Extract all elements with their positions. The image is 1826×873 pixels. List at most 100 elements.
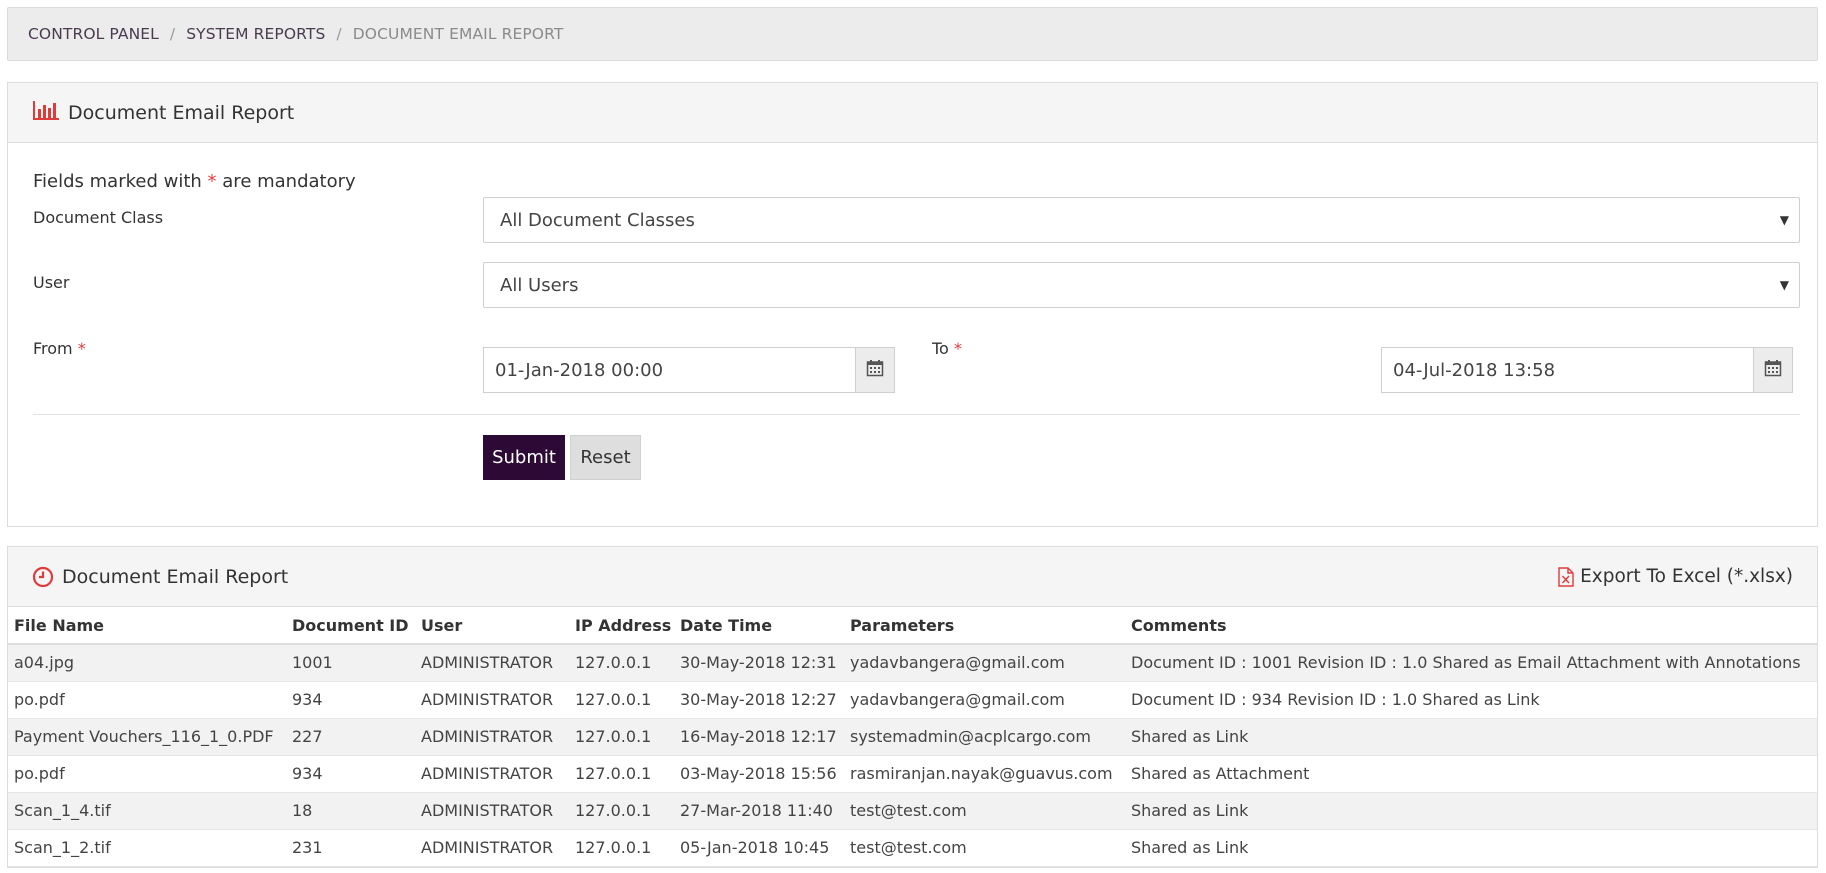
report-results-panel: Document Email Report Export To Excel (*… bbox=[7, 546, 1818, 868]
breadcrumb: CONTROL PANEL / SYSTEM REPORTS / DOCUMEN… bbox=[7, 7, 1818, 61]
breadcrumb-current-page: DOCUMENT EMAIL REPORT bbox=[352, 25, 564, 43]
document-class-select[interactable]: All Document Classes ▼ bbox=[483, 197, 1800, 243]
user-cell: ADMINISTRATOR bbox=[415, 718, 569, 756]
to-date-value: 04-Jul-2018 13:58 bbox=[1393, 359, 1556, 381]
to-label-text: To bbox=[932, 339, 949, 358]
ip-address-cell: 127.0.0.1 bbox=[569, 681, 674, 719]
column-header-document-id[interactable]: Document ID bbox=[286, 607, 415, 645]
ip-address-cell: 127.0.0.1 bbox=[569, 792, 674, 830]
from-label: From * bbox=[33, 339, 86, 358]
mandatory-note: Fields marked with * are mandatory bbox=[33, 171, 356, 192]
ip-address-cell: 127.0.0.1 bbox=[569, 718, 674, 756]
parameters-cell: yadavbangera@gmail.com bbox=[844, 681, 1125, 719]
report-results-panel-heading: Document Email Report Export To Excel (*… bbox=[8, 547, 1817, 607]
to-calendar-button[interactable] bbox=[1753, 347, 1793, 393]
user-cell: ADMINISTRATOR bbox=[415, 792, 569, 830]
parameters-cell: test@test.com bbox=[844, 792, 1125, 830]
file-name-cell: Scan_1_4.tif bbox=[8, 792, 286, 830]
to-date-input[interactable]: 04-Jul-2018 13:58 bbox=[1381, 347, 1754, 393]
ip-address-cell: 127.0.0.1 bbox=[569, 755, 674, 793]
date-time-cell: 05-Jan-2018 10:45 bbox=[674, 829, 844, 867]
breadcrumb-separator: / bbox=[169, 25, 176, 43]
required-asterisk: * bbox=[207, 171, 217, 192]
date-time-cell: 27-Mar-2018 11:40 bbox=[674, 792, 844, 830]
column-header-date-time[interactable]: Date Time bbox=[674, 607, 844, 645]
ip-address-cell: 127.0.0.1 bbox=[569, 829, 674, 867]
column-header-ip-address[interactable]: IP Address bbox=[569, 607, 674, 645]
report-filter-panel-heading: Document Email Report bbox=[8, 83, 1817, 143]
breadcrumb-separator: / bbox=[336, 25, 342, 43]
chevron-down-icon: ▼ bbox=[1779, 278, 1789, 292]
breadcrumb-control-panel[interactable]: CONTROL PANEL bbox=[28, 25, 159, 43]
user-cell: ADMINISTRATOR bbox=[415, 644, 569, 682]
export-to-excel-link[interactable]: Export To Excel (*.xlsx) bbox=[1558, 566, 1793, 587]
required-asterisk: * bbox=[953, 339, 962, 358]
table-row[interactable]: po.pdf 934 ADMINISTRATOR 127.0.0.1 03-Ma… bbox=[8, 755, 1817, 793]
column-header-file-name[interactable]: File Name bbox=[8, 607, 286, 645]
user-cell: ADMINISTRATOR bbox=[415, 755, 569, 793]
user-select[interactable]: All Users ▼ bbox=[483, 262, 1800, 308]
column-header-parameters[interactable]: Parameters bbox=[844, 607, 1125, 645]
date-time-cell: 16-May-2018 12:17 bbox=[674, 718, 844, 756]
table-header-row: File Name Document ID User IP Address Da… bbox=[8, 607, 1817, 645]
mandatory-note-suffix: are mandatory bbox=[222, 171, 356, 192]
document-class-label: Document Class bbox=[33, 208, 164, 227]
mandatory-note-prefix: Fields marked with bbox=[33, 171, 202, 192]
submit-button[interactable]: Submit bbox=[483, 435, 565, 480]
user-cell: ADMINISTRATOR bbox=[415, 681, 569, 719]
required-asterisk: * bbox=[77, 339, 86, 358]
from-date-value: 01-Jan-2018 00:00 bbox=[495, 359, 664, 381]
from-date-input[interactable]: 01-Jan-2018 00:00 bbox=[483, 347, 856, 393]
table-row[interactable]: a04.jpg 1001 ADMINISTRATOR 127.0.0.1 30-… bbox=[8, 644, 1817, 682]
reset-button[interactable]: Reset bbox=[570, 435, 641, 480]
table-row[interactable]: Scan_1_4.tif 18 ADMINISTRATOR 127.0.0.1 … bbox=[8, 792, 1817, 830]
column-header-user[interactable]: User bbox=[415, 607, 569, 645]
user-label: User bbox=[33, 273, 70, 292]
file-name-cell: Scan_1_2.tif bbox=[8, 829, 286, 867]
to-label: To * bbox=[932, 339, 962, 358]
panel-title: Document Email Report bbox=[68, 101, 295, 124]
table-row[interactable]: Scan_1_2.tif 231 ADMINISTRATOR 127.0.0.1… bbox=[8, 829, 1817, 867]
document-id-cell: 1001 bbox=[286, 644, 415, 682]
from-calendar-button[interactable] bbox=[855, 347, 895, 393]
export-to-excel-label: Export To Excel (*.xlsx) bbox=[1580, 566, 1793, 587]
file-name-cell: Payment Vouchers_116_1_0.PDF bbox=[8, 718, 286, 756]
comments-cell: Document ID : 1001 Revision ID : 1.0 Sha… bbox=[1125, 644, 1817, 682]
date-time-cell: 03-May-2018 15:56 bbox=[674, 755, 844, 793]
report-filter-panel: Document Email Report Fields marked with… bbox=[7, 82, 1818, 527]
user-cell: ADMINISTRATOR bbox=[415, 829, 569, 867]
report-table: File Name Document ID User IP Address Da… bbox=[8, 607, 1817, 867]
clock-icon bbox=[32, 566, 54, 588]
breadcrumb-system-reports[interactable]: SYSTEM REPORTS bbox=[186, 25, 325, 43]
form-divider bbox=[33, 414, 1800, 415]
comments-cell: Shared as Link bbox=[1125, 792, 1817, 830]
document-id-cell: 18 bbox=[286, 792, 415, 830]
excel-file-icon bbox=[1558, 566, 1574, 587]
date-time-cell: 30-May-2018 12:31 bbox=[674, 644, 844, 682]
table-row[interactable]: po.pdf 934 ADMINISTRATOR 127.0.0.1 30-Ma… bbox=[8, 681, 1817, 719]
calendar-icon bbox=[866, 359, 884, 381]
table-row[interactable]: Payment Vouchers_116_1_0.PDF 227 ADMINIS… bbox=[8, 718, 1817, 756]
document-id-cell: 934 bbox=[286, 681, 415, 719]
document-class-selected-value: All Document Classes bbox=[500, 209, 695, 231]
user-selected-value: All Users bbox=[500, 274, 579, 296]
file-name-cell: a04.jpg bbox=[8, 644, 286, 682]
parameters-cell: yadavbangera@gmail.com bbox=[844, 644, 1125, 682]
file-name-cell: po.pdf bbox=[8, 681, 286, 719]
parameters-cell: test@test.com bbox=[844, 829, 1125, 867]
comments-cell: Document ID : 934 Revision ID : 1.0 Shar… bbox=[1125, 681, 1817, 719]
results-panel-title: Document Email Report bbox=[62, 565, 289, 588]
parameters-cell: systemadmin@acplcargo.com bbox=[844, 718, 1125, 756]
file-name-cell: po.pdf bbox=[8, 755, 286, 793]
document-id-cell: 227 bbox=[286, 718, 415, 756]
chevron-down-icon: ▼ bbox=[1779, 213, 1789, 227]
document-id-cell: 934 bbox=[286, 755, 415, 793]
comments-cell: Shared as Attachment bbox=[1125, 755, 1817, 793]
ip-address-cell: 127.0.0.1 bbox=[569, 644, 674, 682]
bar-chart-icon bbox=[32, 99, 60, 126]
calendar-icon bbox=[1764, 359, 1782, 381]
from-label-text: From bbox=[33, 339, 73, 358]
document-id-cell: 231 bbox=[286, 829, 415, 867]
results-title-group: Document Email Report bbox=[32, 566, 288, 588]
column-header-comments[interactable]: Comments bbox=[1125, 607, 1817, 645]
